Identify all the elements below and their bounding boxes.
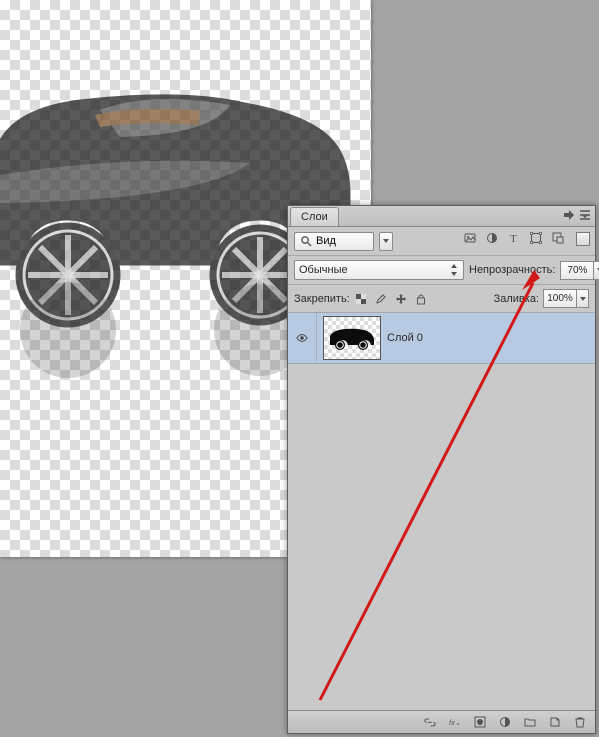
opacity-label: Непрозрачность: (469, 264, 555, 276)
fill-label: Заливка: (494, 293, 539, 305)
pixel-filter-icon[interactable] (462, 230, 477, 245)
filter-type-value[interactable] (313, 234, 356, 249)
smartobject-icon[interactable] (550, 230, 565, 245)
lock-move-icon[interactable] (394, 292, 409, 305)
layer-thumbnail[interactable] (323, 316, 381, 360)
lock-label: Закрепить: (294, 293, 350, 305)
adjustment-icon[interactable] (484, 230, 499, 245)
fill-dropdown-icon[interactable] (576, 289, 589, 308)
updown-arrows-icon (449, 263, 459, 277)
mask-icon[interactable] (472, 715, 487, 730)
lock-fill-row: Закрепить: Заливка: 100% (288, 285, 595, 313)
search-icon (299, 234, 313, 248)
filter-dropdown-icon[interactable] (379, 232, 393, 251)
new-layer-icon[interactable] (547, 715, 562, 730)
collapse-icon[interactable] (562, 208, 576, 222)
lock-paint-icon[interactable] (374, 292, 389, 305)
layer-row[interactable]: Слой 0 (288, 313, 595, 364)
panel-menu-icon[interactable] (578, 208, 592, 222)
filter-row: T (288, 227, 595, 256)
lock-all-icon[interactable] (414, 292, 429, 305)
group-icon[interactable] (522, 715, 537, 730)
panel-tabbar: Слои (288, 206, 595, 227)
layer-list[interactable]: Слой 0 (288, 313, 595, 703)
opacity-value[interactable]: 70% (560, 261, 593, 280)
layer-name[interactable]: Слой 0 (387, 332, 423, 344)
tab-layers[interactable]: Слои (290, 207, 339, 226)
filter-type-select[interactable] (294, 232, 374, 251)
visibility-toggle[interactable] (288, 313, 317, 363)
adjustment-layer-icon[interactable] (497, 715, 512, 730)
opacity-field[interactable]: 70% (560, 261, 599, 280)
svg-text:fx: fx (449, 718, 455, 727)
blend-opacity-row: Обычные Непрозрачность: 70% (288, 256, 595, 285)
blend-mode-select[interactable]: Обычные (294, 260, 464, 280)
fx-icon[interactable]: fx (447, 715, 462, 730)
opacity-dropdown-icon[interactable] (593, 261, 599, 280)
svg-text:T: T (510, 233, 517, 244)
blend-mode-value: Обычные (299, 264, 348, 276)
eye-icon (295, 331, 309, 345)
layers-panel: Слои T Обычные (287, 205, 596, 734)
filter-toggle-button[interactable] (576, 232, 590, 246)
type-icon[interactable]: T (506, 230, 521, 245)
link-icon[interactable] (422, 715, 437, 730)
lock-transparency-icon[interactable] (354, 292, 369, 305)
fill-field[interactable]: 100% (543, 289, 589, 308)
panel-footer: fx (288, 710, 595, 733)
fill-value[interactable]: 100% (543, 289, 576, 308)
shape-icon[interactable] (528, 230, 543, 245)
trash-icon[interactable] (572, 715, 587, 730)
